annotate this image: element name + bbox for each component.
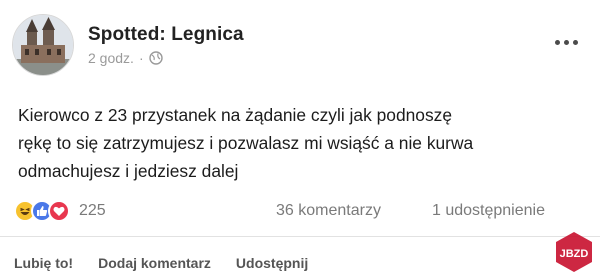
- action-bar: Lubię to! Dodaj komentarz Udostępnij: [14, 255, 308, 271]
- post-text-line: Kierowco z 23 przystanek na żądanie czyl…: [18, 105, 453, 125]
- shares-count[interactable]: 1 udostępnienie: [432, 202, 545, 220]
- separator-dot: ·: [138, 50, 144, 66]
- post-header: Spotted: Legnica 2 godz. ·: [12, 14, 244, 76]
- divider: [0, 236, 600, 237]
- comment-button[interactable]: Dodaj komentarz: [98, 255, 211, 271]
- like-button[interactable]: Lubię to!: [14, 255, 73, 271]
- post-text-line: rękę to się zatrzymujesz i pozwalasz mi …: [18, 133, 474, 153]
- reactions[interactable]: [14, 200, 70, 222]
- reaction-count[interactable]: 225: [79, 202, 106, 220]
- share-button[interactable]: Udostępnij: [236, 255, 308, 271]
- post-stats: 225 36 komentarzy 1 udostępnienie: [14, 196, 586, 226]
- post-time[interactable]: 2 godz.: [88, 50, 134, 66]
- page-avatar[interactable]: [12, 14, 74, 76]
- watermark-text: JBZD: [560, 248, 589, 260]
- post-card: Spotted: Legnica 2 godz. · Kierowco z 23…: [0, 0, 600, 278]
- page-name[interactable]: Spotted: Legnica: [88, 24, 244, 46]
- post-text: Kierowco z 23 przystanek na żądanie czyl…: [18, 101, 588, 185]
- post-text-line: odmachujesz i jedziesz dalej: [18, 161, 239, 181]
- comments-count[interactable]: 36 komentarzy: [276, 202, 381, 220]
- love-icon: [48, 200, 70, 222]
- more-options-icon[interactable]: [555, 40, 578, 45]
- globe-icon: [148, 51, 163, 65]
- jbzd-watermark: JBZD: [552, 230, 596, 274]
- post-subline: 2 godz. ·: [88, 50, 244, 66]
- post-meta: Spotted: Legnica 2 godz. ·: [88, 24, 244, 66]
